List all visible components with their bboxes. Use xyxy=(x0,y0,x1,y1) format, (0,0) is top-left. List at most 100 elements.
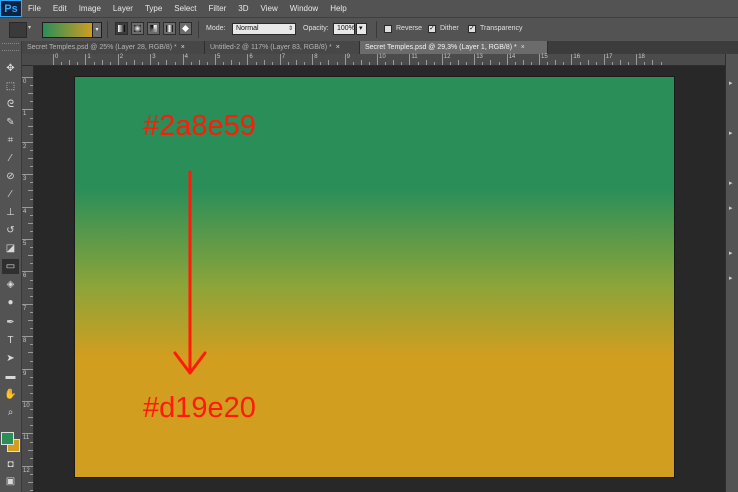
dither-checkbox[interactable]: ✓ xyxy=(428,25,436,33)
panel-icon[interactable]: ▸ xyxy=(729,129,737,137)
crop-icon[interactable]: ⌗ xyxy=(2,133,19,148)
menu-edit[interactable]: Edit xyxy=(47,0,73,17)
marquee-icon[interactable]: ⬚ xyxy=(2,79,19,94)
dither-label: Dither xyxy=(440,25,459,32)
menu-view[interactable]: View xyxy=(255,0,284,17)
ruler-tick xyxy=(30,117,33,119)
close-icon[interactable]: × xyxy=(181,44,185,51)
menu-layer[interactable]: Layer xyxy=(107,0,139,17)
quick-select-icon[interactable]: ✎ xyxy=(2,115,19,130)
tab-label: Secret Temples.psd @ 29,3% (Layer 1, RGB… xyxy=(365,44,517,51)
menu-3d[interactable]: 3D xyxy=(232,0,254,17)
ruler-tick xyxy=(134,60,135,65)
screen-mode-icon[interactable]: ▣ xyxy=(2,474,19,489)
foreground-color-swatch[interactable] xyxy=(1,432,14,445)
ruler-number: 9 xyxy=(23,370,27,377)
opacity-dropdown-button[interactable]: ▾ xyxy=(356,23,367,35)
mode-select[interactable]: Normal ⇕ xyxy=(232,23,296,35)
quick-mask-icon[interactable]: ◘ xyxy=(2,457,19,472)
dodge-icon[interactable]: ● xyxy=(2,295,19,310)
ruler-tick xyxy=(539,54,540,65)
close-icon[interactable]: × xyxy=(521,44,525,51)
ruler-tick xyxy=(336,62,338,65)
panel-icon[interactable]: ▸ xyxy=(729,274,737,282)
document-tab[interactable]: Untitled-2 @ 117% (Layer 83, RGB/8) * × xyxy=(205,41,360,54)
ruler-tick xyxy=(28,320,33,321)
menu-filter[interactable]: Filter xyxy=(203,0,233,17)
transparency-checkbox[interactable]: ✓ xyxy=(468,25,476,33)
mode-value: Normal xyxy=(236,25,259,32)
ruler-tick xyxy=(271,62,273,65)
ruler-tick xyxy=(101,60,103,65)
type-icon[interactable]: T xyxy=(2,333,19,348)
collapsed-panel-strip: ▸ ▸ ▸ ▸ ▸ ▸ xyxy=(725,54,738,492)
healing-brush-icon[interactable]: ⊘ xyxy=(2,169,19,184)
pen-icon[interactable]: ✒ xyxy=(2,315,19,330)
document-tab[interactable]: Secret Temples.psd @ 25% (Layer 28, RGB/… xyxy=(22,41,205,54)
ruler-number: 12 xyxy=(23,467,30,474)
ruler-tick xyxy=(579,62,581,65)
menu-window[interactable]: Window xyxy=(284,0,324,17)
eraser-icon[interactable]: ◪ xyxy=(2,241,19,256)
transparency-label: Transparency xyxy=(480,25,523,32)
diamond-gradient-icon[interactable] xyxy=(179,22,192,35)
gradient-picker[interactable] xyxy=(42,22,94,38)
opacity-field[interactable]: 100% xyxy=(333,23,355,35)
gradient-icon[interactable]: ▭ xyxy=(2,259,19,274)
menu-type[interactable]: Type xyxy=(139,0,168,17)
panel-grip[interactable] xyxy=(2,43,19,51)
ruler-tick xyxy=(279,54,281,65)
photoshop-logo: Ps xyxy=(0,0,22,17)
ruler-tick xyxy=(28,384,33,386)
ruler-tick xyxy=(603,54,605,65)
ruler-tick xyxy=(571,54,573,65)
ruler-tick xyxy=(22,206,33,208)
reflected-gradient-icon[interactable] xyxy=(163,22,176,35)
clone-stamp-icon[interactable]: ⊥ xyxy=(2,205,19,220)
panel-icon[interactable]: ▸ xyxy=(729,204,737,212)
ruler-tick xyxy=(30,85,33,87)
document-canvas[interactable]: #2a8e59 #d19e20 xyxy=(75,77,674,477)
ruler-tick xyxy=(30,392,33,394)
menu-select[interactable]: Select xyxy=(168,0,202,17)
ruler-number: 16 xyxy=(573,54,581,60)
opacity-label: Opacity: xyxy=(303,25,329,32)
zoom-icon[interactable]: ⌕ xyxy=(2,405,19,420)
close-icon[interactable]: × xyxy=(336,44,340,51)
blur-icon[interactable]: ◈ xyxy=(2,277,19,292)
ruler-tick xyxy=(611,62,613,65)
linear-gradient-icon[interactable] xyxy=(115,22,128,35)
ruler-tick xyxy=(563,62,565,65)
ruler-tick xyxy=(215,54,216,65)
chevron-down-icon[interactable]: ▾ xyxy=(92,22,102,38)
path-select-icon[interactable]: ➤ xyxy=(2,351,19,366)
panel-icon[interactable]: ▸ xyxy=(729,179,737,187)
ruler-tick xyxy=(304,62,306,65)
ruler-tick xyxy=(30,409,33,411)
panel-icon[interactable]: ▸ xyxy=(729,249,737,257)
angle-gradient-icon[interactable] xyxy=(147,22,160,35)
menu-help[interactable]: Help xyxy=(324,0,352,17)
ruler-tick xyxy=(636,54,638,65)
down-arrow-annotation xyxy=(173,170,207,375)
brush-icon[interactable]: ∕ xyxy=(2,187,19,202)
lasso-icon[interactable]: ᘓ xyxy=(2,97,19,112)
menu-file[interactable]: File xyxy=(22,0,47,17)
ruler-tick xyxy=(198,60,200,65)
rectangle-icon[interactable]: ▬ xyxy=(2,369,19,384)
ruler-tick xyxy=(482,62,484,65)
panel-icon[interactable]: ▸ xyxy=(729,79,737,87)
document-tab-active[interactable]: Secret Temples.psd @ 29,3% (Layer 1, RGB… xyxy=(360,41,548,54)
tool-preset-picker[interactable] xyxy=(9,22,27,38)
radial-gradient-icon[interactable] xyxy=(131,22,144,35)
chevron-down-icon[interactable]: ▾ xyxy=(28,24,31,31)
reverse-checkbox[interactable] xyxy=(384,25,392,33)
hand-icon[interactable]: ✋ xyxy=(2,387,19,402)
horizontal-ruler: 0 1 2 3 4 5 6 7 8 9 10 11 12 13 14 15 16 17 18 xyxy=(22,54,738,66)
eyedropper-icon[interactable]: ⁄ xyxy=(2,151,19,166)
move-icon[interactable]: ✥ xyxy=(2,61,19,76)
ruler-tick xyxy=(150,54,152,65)
ruler-tick xyxy=(30,328,33,330)
menu-image[interactable]: Image xyxy=(73,0,107,17)
history-brush-icon[interactable]: ↺ xyxy=(2,223,19,238)
